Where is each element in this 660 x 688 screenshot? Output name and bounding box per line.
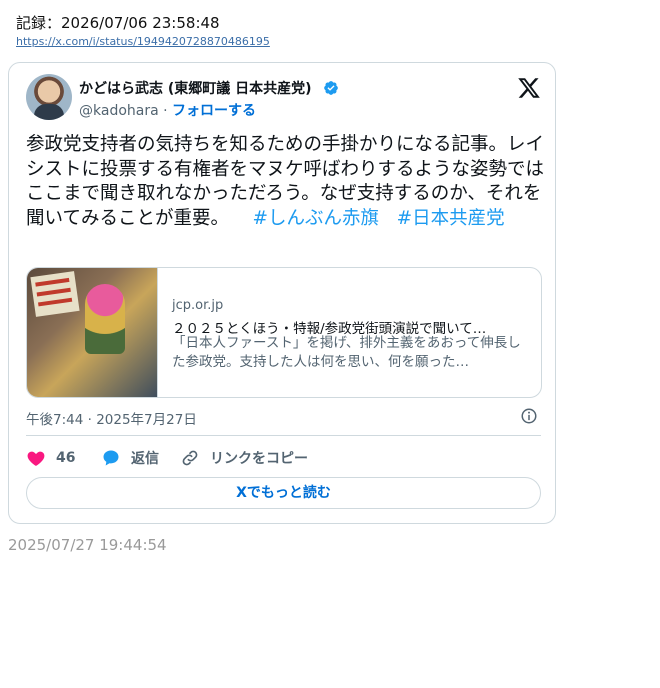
record-timestamp: 記録：2026/07/06 23:58:48: [16, 14, 220, 32]
author-avatar[interactable]: [26, 74, 72, 120]
like-button[interactable]: 46: [26, 447, 75, 469]
link-description: 「日本人ファースト」を掲げ、排外主義をあおって伸長した参政党。支持した人は何を思…: [172, 335, 521, 370]
footer-date: 2025/07/27 19:44:54: [8, 536, 167, 554]
like-count: 46: [56, 450, 76, 466]
link-domain: jcp.or.jp: [172, 298, 224, 313]
link-icon: [182, 450, 198, 466]
author-name[interactable]: かどはら武志 (東郷町議 日本共産党): [79, 78, 312, 98]
tweet-timestamp[interactable]: 午後7:44 · 2025年7月27日: [26, 408, 197, 428]
read-more-on-x-button[interactable]: Xでもっと読む: [26, 477, 541, 509]
link-preview-card[interactable]: jcp.or.jp ２０２５とくほう・特報/参政党街頭演説で聞いて… 「日本人フ…: [26, 267, 542, 398]
info-icon[interactable]: [520, 407, 538, 425]
author-handle[interactable]: @kadohara: [79, 103, 159, 119]
copy-link-button[interactable]: リンクをコピー: [180, 447, 308, 469]
thumbnail-divider: [157, 268, 158, 397]
thumbnail-person: [85, 284, 125, 354]
follow-button[interactable]: フォローする: [172, 103, 256, 119]
hashtag-jcp[interactable]: #日本共産党: [397, 208, 505, 229]
link-preview-thumbnail: [27, 268, 157, 397]
copy-link-label: リンクをコピー: [210, 451, 308, 467]
record-url-link[interactable]: https://x.com/i/status/19494207288704861…: [16, 35, 270, 48]
x-logo-icon[interactable]: [517, 76, 541, 100]
actions-divider: [26, 435, 541, 436]
embedded-tweet-card: かどはら武志 (東郷町議 日本共産党) @kadohara · フォローする 参…: [8, 62, 556, 524]
thumbnail-protest-sign: [30, 271, 80, 317]
verified-badge-icon: [324, 81, 338, 95]
reply-label: 返信: [131, 451, 159, 467]
reply-bubble-icon: [103, 450, 119, 466]
tweet-text: 参政党支持者の気持ちを知るための手掛かりになる記事。レイシストに投票する有権者を…: [26, 133, 544, 231]
handle-separator: ·: [158, 103, 173, 119]
hashtag-shinbun-akahata[interactable]: #しんぶん赤旗: [252, 208, 379, 229]
handle-row: @kadohara · フォローする: [79, 100, 256, 120]
reply-button[interactable]: 返信: [101, 447, 159, 469]
heart-icon: [27, 451, 45, 466]
